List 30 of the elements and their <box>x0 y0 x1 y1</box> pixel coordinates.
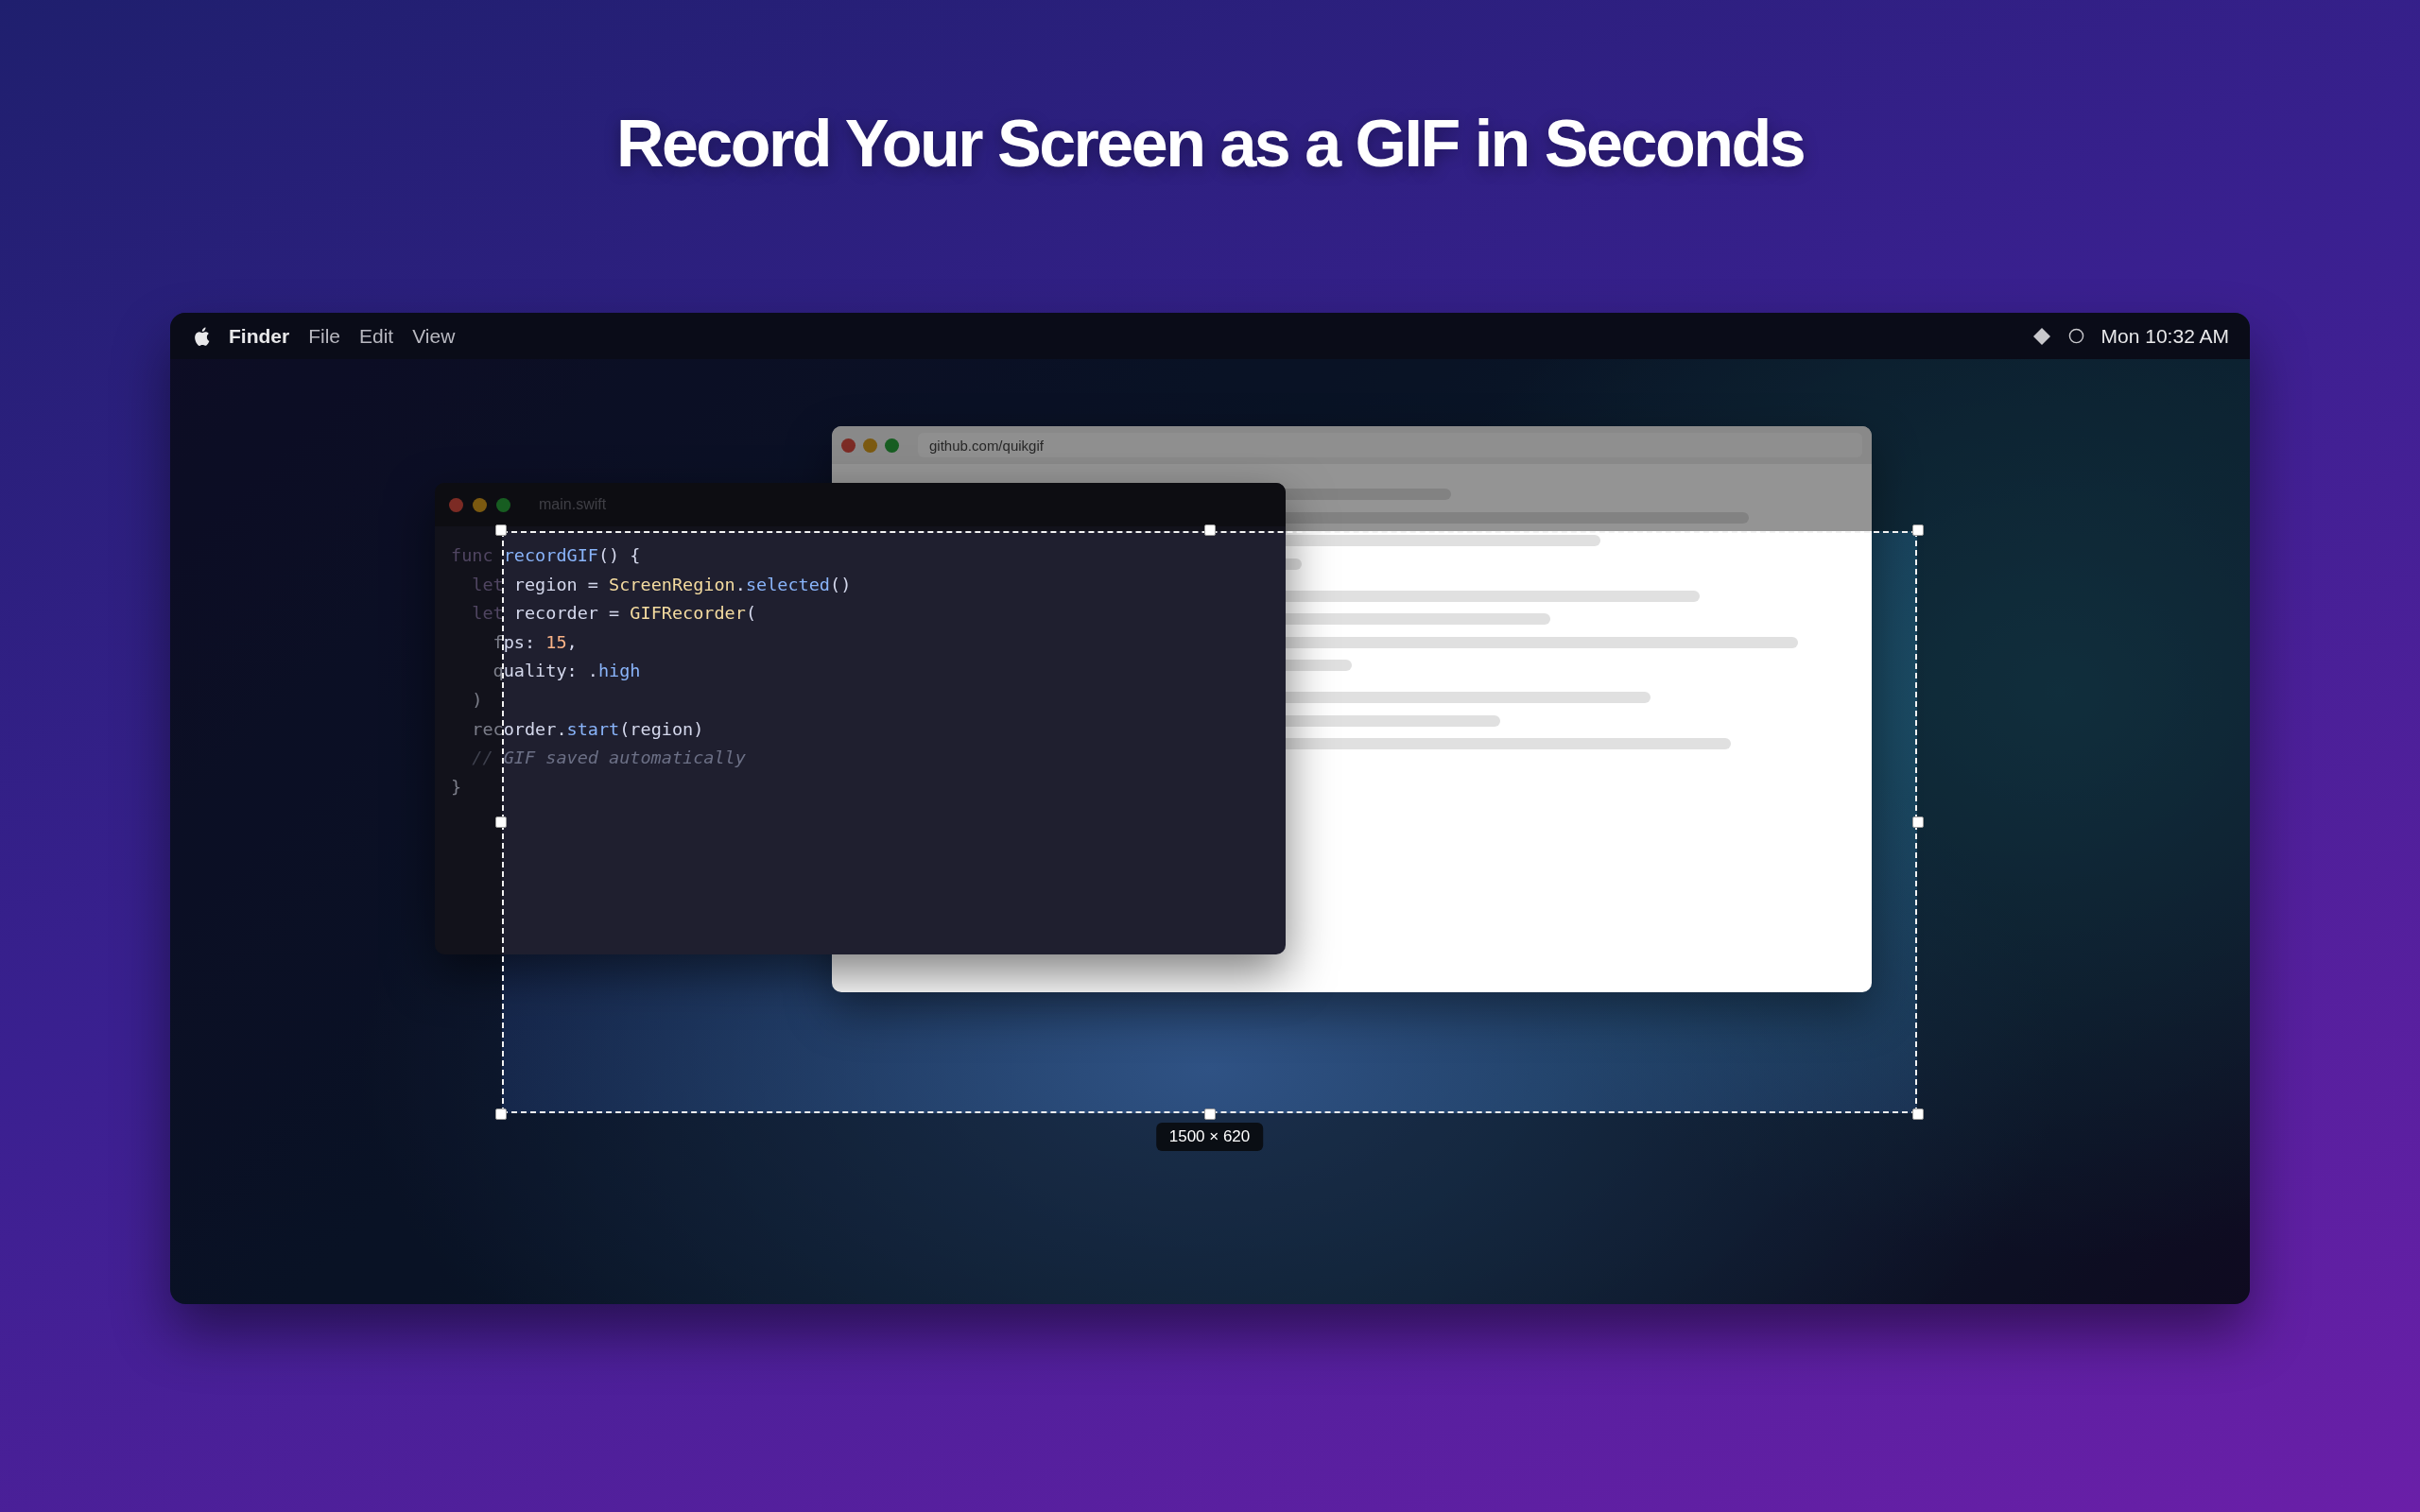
menu-app-name[interactable]: Finder <box>229 324 290 348</box>
menu-clock: Mon 10:32 AM <box>2100 324 2229 348</box>
resize-handle[interactable] <box>1912 816 1924 828</box>
code-line: func recordGIF() { <box>451 544 641 567</box>
code-line: fps: 15, <box>492 630 578 654</box>
circle-icon[interactable] <box>2067 328 2084 344</box>
resize-handle[interactable] <box>495 816 507 828</box>
code-line: let region = ScreenRegion.selected() <box>471 573 852 596</box>
window-minimize-button[interactable] <box>473 497 487 512</box>
apple-logo-icon[interactable] <box>193 325 210 347</box>
headline: Record Your Screen as a GIF in Seconds <box>615 106 1805 182</box>
code-line: } <box>451 775 462 799</box>
code-line: quality: .high <box>492 660 641 683</box>
resize-handle[interactable] <box>495 1108 507 1120</box>
window-close-button[interactable] <box>841 438 856 453</box>
diamond-icon[interactable] <box>2031 326 2051 346</box>
address-bar[interactable]: github.com/quikgif <box>918 433 1862 457</box>
size-label: 1500 × 620 <box>1155 1123 1264 1151</box>
resize-handle[interactable] <box>1912 1108 1924 1120</box>
resize-handle[interactable] <box>1912 524 1924 536</box>
code-line: recorder.start(region) <box>471 717 704 741</box>
menu-item[interactable]: Edit <box>359 324 394 348</box>
code-line: // GIF saved automatically <box>471 747 746 770</box>
menu-item[interactable]: View <box>412 324 456 348</box>
code-line: let recorder = GIFRecorder( <box>471 602 757 626</box>
window-zoom-button[interactable] <box>496 497 510 512</box>
code-line: ) <box>471 688 483 712</box>
resize-handle[interactable] <box>1203 1108 1216 1120</box>
menu-item[interactable]: File <box>308 324 340 348</box>
resize-handle[interactable] <box>495 524 507 536</box>
